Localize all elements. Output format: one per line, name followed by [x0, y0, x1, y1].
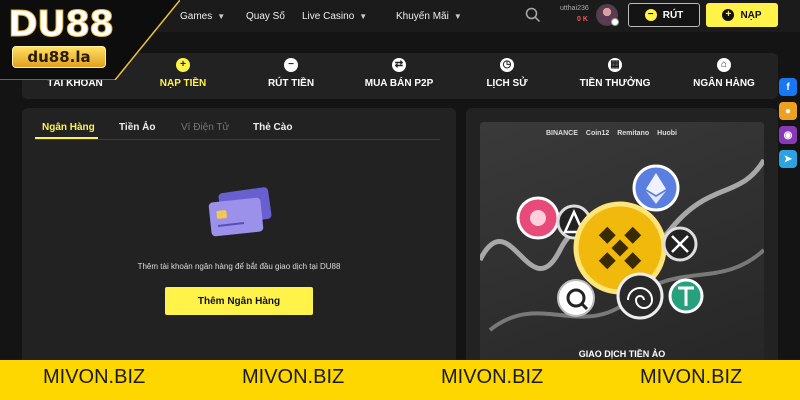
logo-domain: du88.la	[12, 46, 106, 68]
swap-icon: ⇄	[392, 58, 406, 72]
nav-mua-ban-p2p-label: MUA BÁN P2P	[364, 78, 434, 89]
bank-icon: ⌂	[717, 58, 731, 72]
tab-ngan-hang[interactable]: Ngân Hàng	[42, 122, 95, 133]
nav-games[interactable]: Games ▼	[180, 0, 225, 32]
facebook-icon[interactable]: f	[779, 78, 797, 96]
tab-tien-ao[interactable]: Tiền Ảo	[119, 122, 155, 133]
nav-lich-su-label: LỊCH SỬ	[486, 78, 528, 89]
balance: 0 K	[577, 16, 588, 23]
gift-icon: ▦	[608, 58, 622, 72]
nav-rut-tien-label: RÚT TIỀN	[267, 78, 315, 89]
brand-remitano: Remitano	[617, 130, 650, 137]
watermark-text: MIVON.BIZ	[43, 366, 146, 388]
add-bank-button[interactable]: Thêm Ngân Hàng	[165, 287, 313, 315]
messenger-icon[interactable]: ◉	[779, 126, 797, 144]
nav-rut-tien[interactable]: − RÚT TIỀN	[236, 58, 346, 94]
watermark-text: MIVON.BIZ	[242, 366, 345, 388]
clock-icon: ◷	[500, 58, 514, 72]
deposit-label: NẠP	[740, 9, 762, 21]
tab-the-cao[interactable]: Thẻ Cào	[253, 122, 292, 133]
nav-khuyen-mai-label: Khuyến Mãi	[396, 10, 449, 22]
search-icon[interactable]	[524, 6, 542, 24]
withdraw-label: RÚT	[662, 9, 684, 21]
chevron-down-icon: ▼	[359, 11, 368, 21]
brand-binance: BINANCE	[546, 130, 578, 137]
plus-icon: +	[722, 9, 735, 21]
qtum-coin-icon	[557, 279, 595, 317]
brand-coin12: Coin12	[585, 130, 610, 137]
tab-vi-dien-tu[interactable]: Ví Điện Tử	[181, 122, 229, 133]
chevron-down-icon: ▼	[453, 11, 462, 21]
user-group-icon[interactable]: ●	[779, 102, 797, 120]
telegram-icon[interactable]: ➤	[779, 150, 797, 168]
empty-state-text: Thêm tài khoản ngân hàng để bắt đầu giao…	[137, 262, 341, 271]
watermark-text: MIVON.BIZ	[441, 366, 544, 388]
crypto-coins-illustration	[480, 158, 764, 332]
tab-active-indicator	[35, 137, 98, 139]
deposit-button[interactable]: + NẠP	[706, 3, 778, 27]
withdraw-button[interactable]: − RÚT	[628, 3, 700, 27]
nav-khuyen-mai[interactable]: Khuyến Mãi ▼	[396, 0, 462, 32]
watermark-text: MIVON.BIZ	[640, 366, 743, 388]
promo-caption: GIAO DỊCH TIỀN ẢO	[578, 349, 666, 359]
avatar-settings-icon	[611, 18, 619, 26]
nav-tien-thuong-label: TIỀN THƯỞNG	[579, 78, 651, 89]
username: utthai236	[560, 5, 589, 12]
minus-icon: −	[644, 9, 657, 21]
nav-tien-thuong[interactable]: ▦ TIỀN THƯỞNG	[560, 58, 670, 94]
credit-card-icon	[208, 187, 272, 237]
nav-lich-su[interactable]: ◷ LỊCH SỬ	[452, 58, 562, 94]
nav-games-label: Games	[180, 10, 213, 22]
logo[interactable]: DU88	[7, 4, 114, 46]
nav-ngan-hang[interactable]: ⌂ NGÂN HÀNG	[669, 58, 779, 94]
nav-quay-so-label: Quay Số	[246, 10, 285, 22]
nav-mua-ban-p2p[interactable]: ⇄ MUA BÁN P2P	[344, 58, 454, 94]
nav-live-casino[interactable]: Live Casino ▼	[302, 0, 367, 32]
minus-circle-icon: −	[284, 58, 298, 72]
chevron-down-icon: ▼	[217, 11, 226, 21]
exchange-brands: BINANCE Coin12 Remitano Huobi	[546, 130, 706, 137]
nav-live-casino-label: Live Casino	[302, 10, 355, 22]
nav-ngan-hang-label: NGÂN HÀNG	[693, 78, 755, 89]
brand-huobi: Huobi	[657, 130, 677, 137]
tab-divider	[35, 139, 440, 140]
nav-quay-so[interactable]: Quay Số	[246, 0, 285, 32]
